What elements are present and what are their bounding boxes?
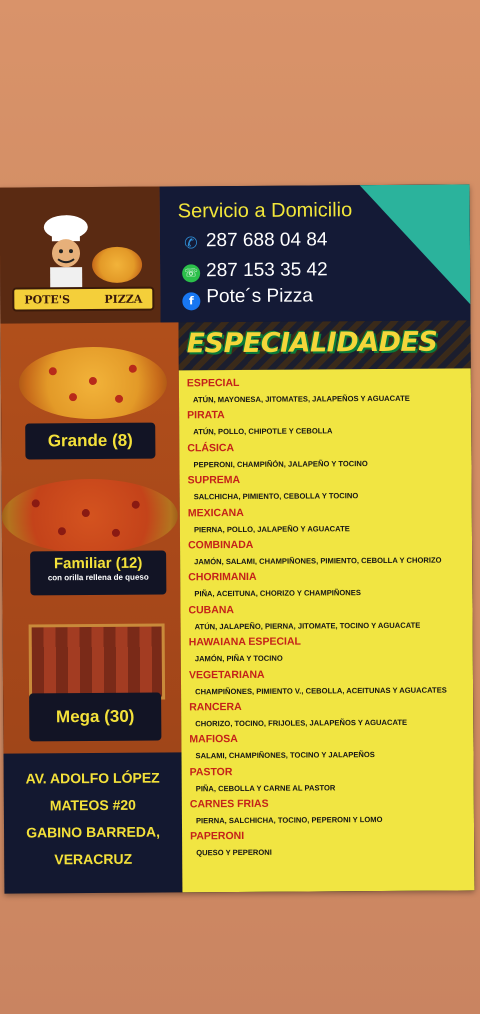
menu-flyer: POTE'S PIZZA Grande (8) Familiar (12) co… <box>0 184 475 894</box>
address-line: AV. ADOLFO LÓPEZ <box>25 769 160 787</box>
pizza-familiar-image <box>1 478 179 554</box>
specialties-list: ESPECIAL ATÚN, MAYONESA, JITOMATES, JALAP… <box>178 368 475 893</box>
menu-item-description: CHAMPIÑONES, PIMIENTO V., CEBOLLA, ACEIT… <box>195 685 447 696</box>
specialties-banner: ESPECIALIDADES <box>178 320 471 371</box>
menu-item-description: ATÚN, POLLO, CHIPOTLE Y CEBOLLA <box>193 426 333 437</box>
logo: POTE'S PIZZA <box>0 186 161 324</box>
logo-text-left: POTE'S <box>24 292 71 306</box>
menu-item-description: ATÚN, JALAPEÑO, PIERNA, JITOMATE, TOCINO… <box>194 620 421 632</box>
menu-item-description: PIÑA, ACEITUNA, CHORIZO Y CHAMPIÑONES <box>194 588 361 599</box>
size-familiar-label: Familiar (12) con orilla rellena de ques… <box>30 550 167 596</box>
pizza-grande-image <box>18 346 168 420</box>
menu-item-description: QUESO Y PEPERONI <box>196 848 272 858</box>
size-mega-label: Mega (30) <box>29 692 162 742</box>
address-line: MATEOS #20 <box>49 796 136 814</box>
whatsapp-icon: ☏ <box>182 264 201 283</box>
size-grande-label: Grande (8) <box>25 422 156 460</box>
address-block: AV. ADOLFO LÓPEZ MATEOS #20 GABINO BARRE… <box>3 752 183 894</box>
menu-item-description: PIÑA, CEBOLLA Y CARNE AL PASTOR <box>195 783 336 793</box>
phone-icon: ✆ <box>184 233 198 253</box>
logo-text-right: PIZZA <box>104 292 143 306</box>
menu-item-description: PIERNA, POLLO, JALAPEÑO Y AGUACATE <box>193 523 350 534</box>
chef-icon <box>43 215 88 292</box>
menu-item-description: PEPERONI, CHAMPIÑÓN, JALAPEÑO Y TOCINO <box>193 458 368 470</box>
size-familiar-note: con orilla rellena de queso <box>47 572 149 583</box>
menu-item-description: SALAMI, CHAMPIÑONES, TOCINO Y JALAPEÑOS <box>195 750 375 761</box>
pizza-mega-image <box>28 623 166 701</box>
address-line: GABINO BARREDA, <box>26 823 160 841</box>
specialties-title: ESPECIALIDADES <box>186 326 438 360</box>
menu-item-description: PIERNA, SALCHICHA, TOCINO, PEPERONI Y LO… <box>195 815 383 826</box>
phone-number-1: 287 688 04 84 <box>205 229 328 252</box>
menu-item-description: SALCHICHA, PIMIENTO, CEBOLLA Y TOCINO <box>193 491 359 502</box>
logo-banner: POTE'S PIZZA <box>12 286 155 312</box>
logo-pizza-icon <box>91 246 143 284</box>
left-column: POTE'S PIZZA Grande (8) Familiar (12) co… <box>0 186 183 894</box>
contact-header: Servicio a Domicilio ✆ 287 688 04 84 ☏ 2… <box>159 184 471 323</box>
phone-number-2: 287 153 35 42 <box>206 259 328 282</box>
delivery-title: Servicio a Domicilio <box>177 199 353 223</box>
menu-item-description: JAMÓN, PIÑA Y TOCINO <box>194 653 283 664</box>
address-line: VERACRUZ <box>54 850 133 868</box>
menu-item-description: CHORIZO, TOCINO, FRIJOLES, JALAPEÑOS Y A… <box>195 717 408 729</box>
facebook-icon: f <box>182 292 201 311</box>
facebook-name: Pote´s Pizza <box>206 285 314 308</box>
menu-item-description: JAMÓN, SALAMI, CHAMPIÑONES, PIMIENTO, CE… <box>194 555 442 567</box>
menu-item-description: ATÚN, MAYONESA, JITOMATES, JALAPEÑOS Y A… <box>192 393 410 405</box>
teal-corner-decoration <box>359 184 471 306</box>
